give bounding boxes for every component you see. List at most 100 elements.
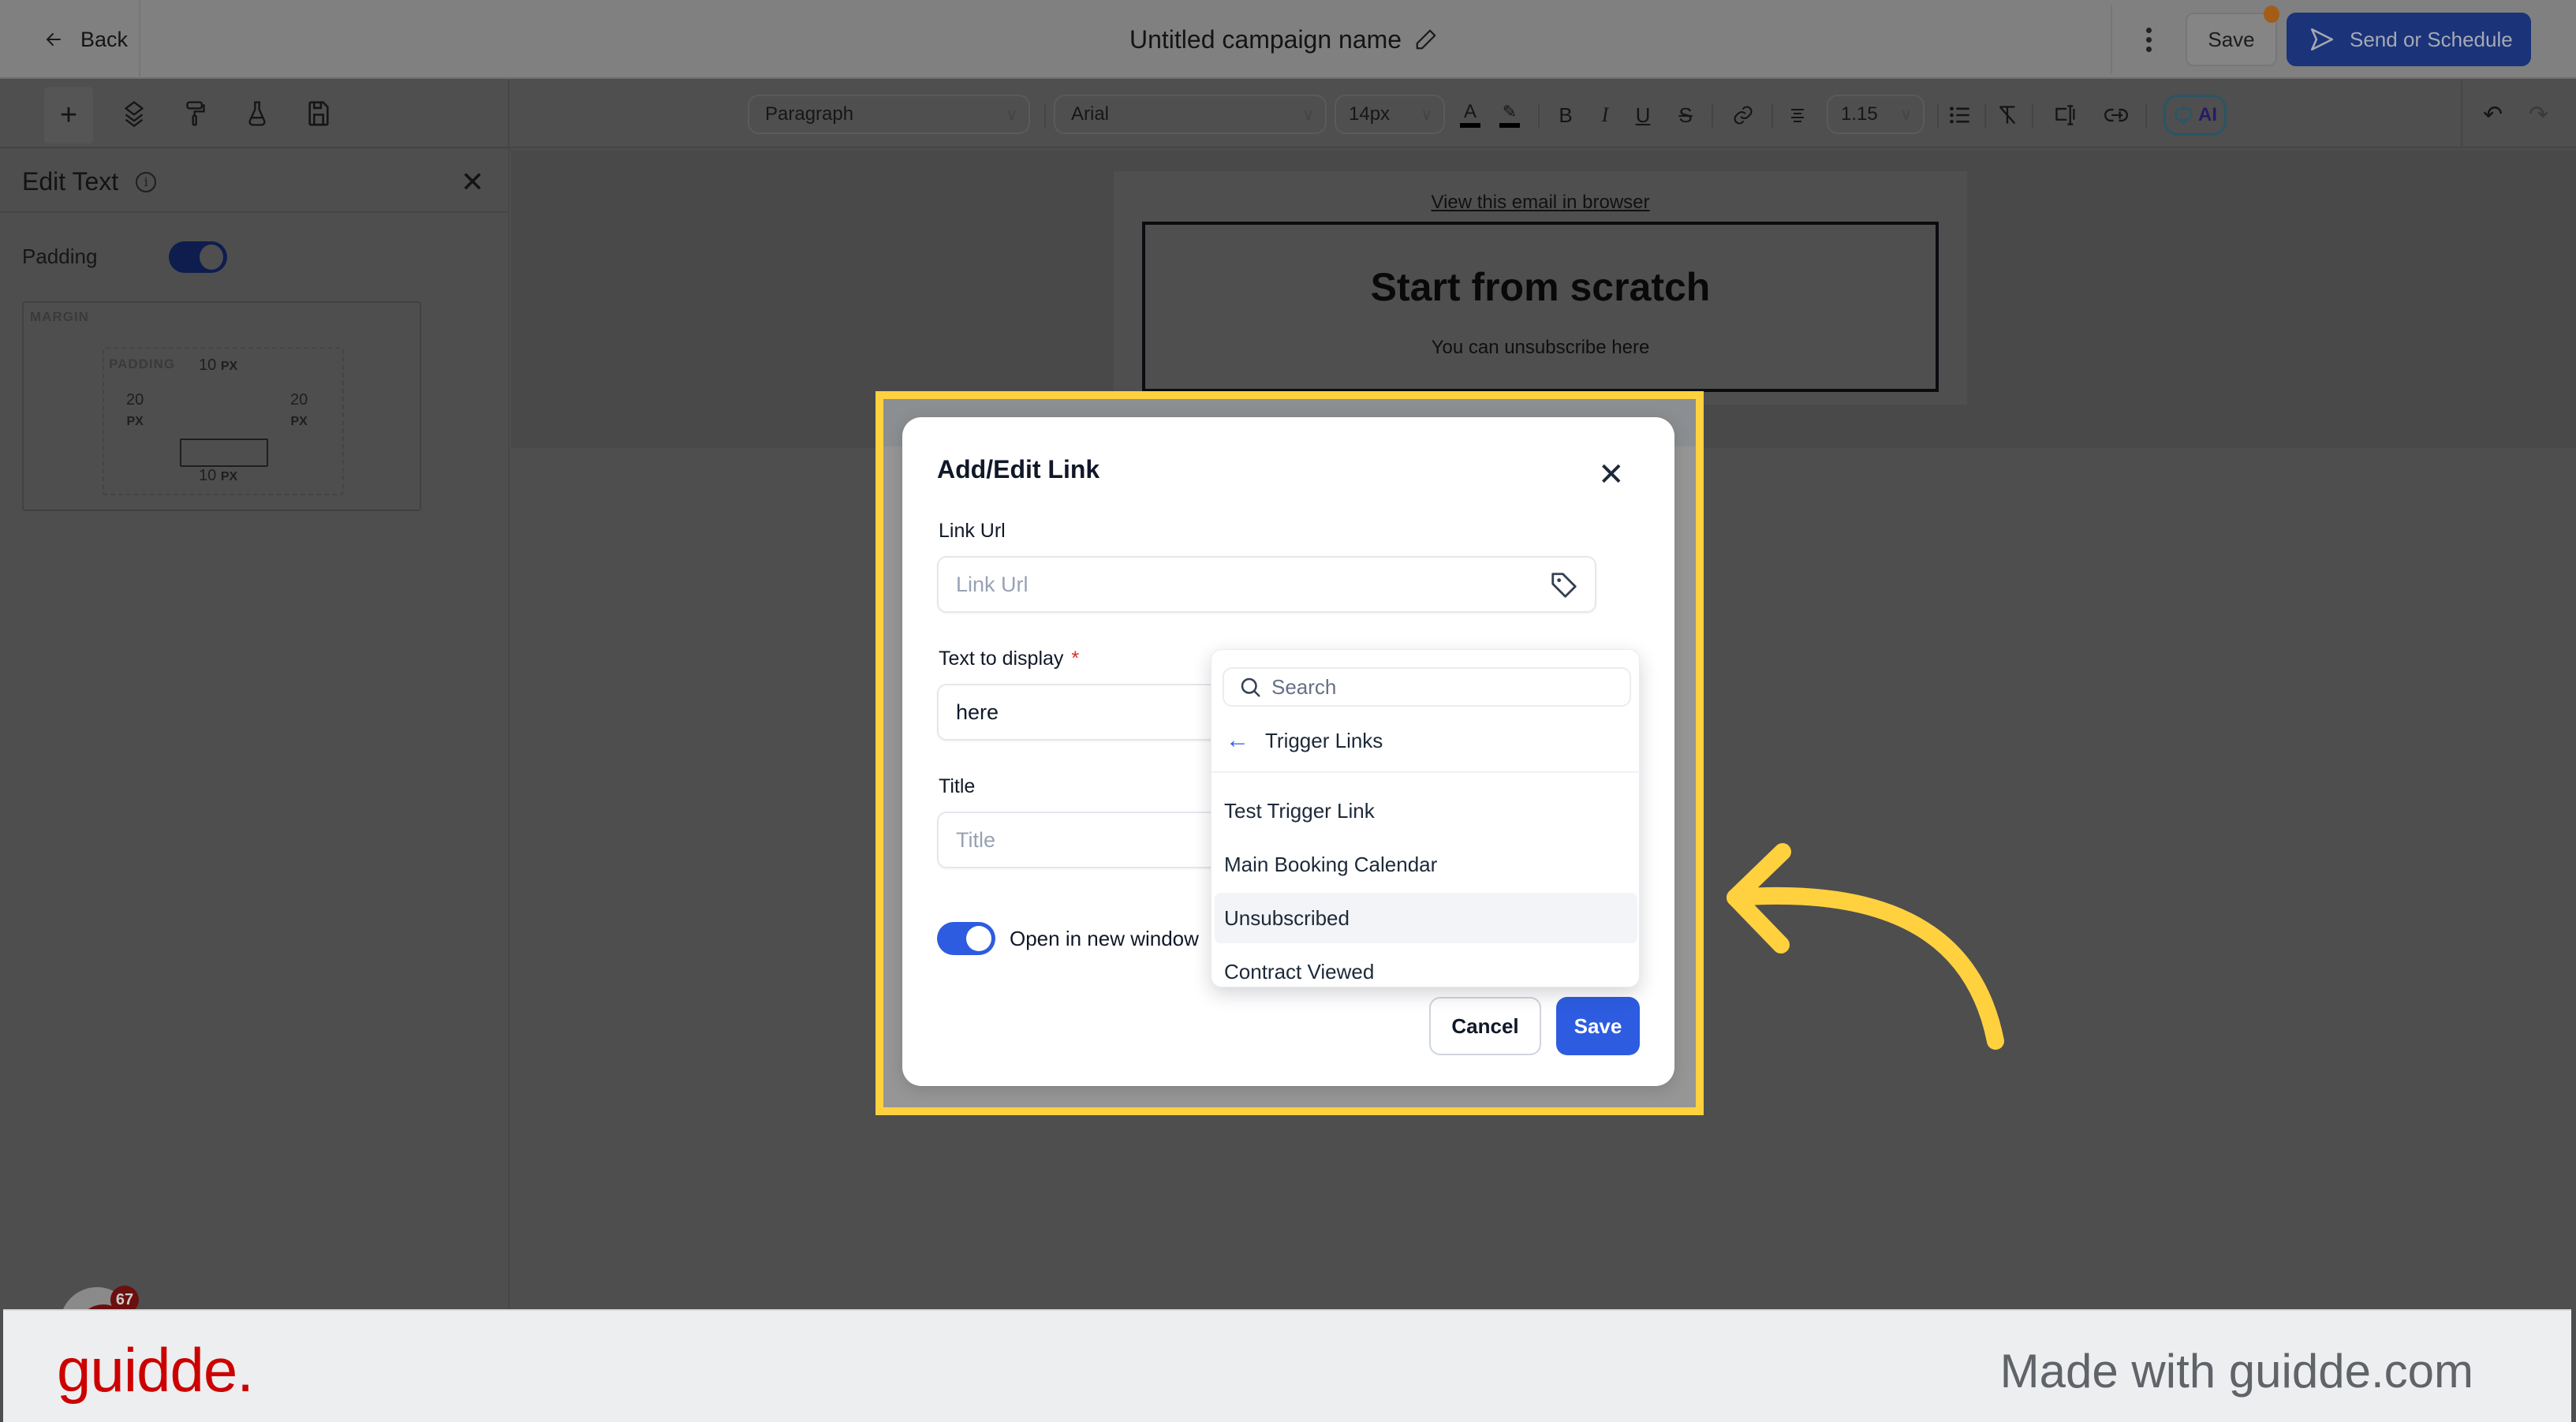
guidde-footer: guidde. Made with guidde.com (3, 1309, 2571, 1422)
tag-icon[interactable] (1549, 570, 1579, 600)
clear-format-icon[interactable] (1994, 99, 2021, 131)
font-family-select[interactable]: Arial ∨ (1054, 95, 1327, 134)
more-options-icon[interactable] (2141, 24, 2156, 55)
editor-toolbar: + Paragraph ∨ Arial ∨ 14px ∨ A ✎ B I U S… (0, 80, 2576, 148)
line-height-value: 1.15 (1841, 103, 1878, 125)
divider (2032, 104, 2033, 128)
divider (139, 0, 140, 79)
robot-icon (2175, 105, 2192, 125)
chevron-down-icon: ∨ (1421, 106, 1432, 124)
save-link-button[interactable]: Save (1556, 997, 1640, 1055)
list-icon[interactable] (1947, 99, 1973, 131)
cancel-button[interactable]: Cancel (1429, 997, 1541, 1055)
annotation-arrow-icon (1727, 843, 2004, 1050)
open-new-window-toggle[interactable] (937, 922, 995, 955)
divider (2461, 80, 2462, 148)
campaign-title-text: Untitled campaign name (1129, 24, 1402, 54)
dropdown-item[interactable]: Contract Viewed (1215, 946, 1637, 997)
italic-icon[interactable]: I (1593, 99, 1617, 131)
search-placeholder: Search (1271, 674, 1337, 699)
padding-box-label: PADDING (109, 356, 176, 371)
back-button[interactable]: Back (44, 24, 128, 55)
divider (2145, 104, 2147, 128)
app-root: Back Untitled campaign name Save Send or… (0, 0, 2576, 1422)
chevron-down-icon: ∨ (1900, 106, 1912, 124)
title-label: Title (939, 775, 976, 797)
divider (1211, 771, 1641, 773)
panel-header: Edit Text i ✕ (0, 148, 508, 213)
email-body-text: You can unsubscribe here (1431, 337, 1650, 358)
font-family-value: Arial (1071, 103, 1110, 125)
save-button[interactable]: Save (2186, 13, 2277, 66)
guidde-logo: guidde. (57, 1335, 254, 1405)
block-type-select[interactable]: Paragraph ∨ (748, 95, 1030, 134)
dropdown-item[interactable]: Main Booking Calendar (1215, 839, 1637, 890)
edit-text-panel: Edit Text i ✕ Padding MARGIN PADDING 10 … (0, 148, 510, 1309)
divider (1538, 104, 1540, 128)
divider (508, 80, 510, 148)
dropdown-item-highlighted[interactable]: Unsubscribed (1215, 893, 1637, 943)
divider (1984, 104, 1986, 128)
link-alt-icon[interactable] (2103, 99, 2130, 131)
send-icon (2310, 28, 2334, 51)
divider (2111, 5, 2112, 74)
trigger-links-back-button[interactable]: ← Trigger Links (1226, 721, 1383, 760)
dropdown-item[interactable]: Test Trigger Link (1215, 786, 1637, 836)
search-icon (1241, 677, 1260, 697)
bold-icon[interactable]: B (1554, 99, 1577, 131)
padding-left-value[interactable]: 20 PX (126, 390, 144, 432)
dropdown-search-input[interactable]: Search (1223, 667, 1631, 707)
text-to-display-label: Text to display * (939, 648, 1080, 670)
align-center-icon[interactable] (1786, 99, 1809, 131)
underline-icon[interactable]: U (1631, 99, 1655, 131)
divider (1044, 104, 1046, 128)
padding-top-value[interactable]: 10 PX (199, 356, 237, 375)
open-new-window-label: Open in new window (1010, 927, 1199, 950)
save-disk-icon[interactable] (303, 98, 334, 129)
close-icon[interactable]: ✕ (1598, 457, 1625, 493)
send-or-schedule-button[interactable]: Send or Schedule (2287, 13, 2531, 66)
text-color-icon[interactable]: A (1456, 99, 1484, 131)
text-cursor-icon[interactable] (2052, 99, 2079, 131)
trigger-links-label: Trigger Links (1265, 728, 1383, 752)
ai-assistant-button[interactable]: AI (2163, 95, 2227, 136)
divider (1771, 104, 1773, 128)
strikethrough-icon[interactable]: S (1674, 99, 1697, 131)
close-icon[interactable]: ✕ (461, 166, 484, 199)
padding-right-value[interactable]: 20 PX (290, 390, 308, 432)
send-label: Send or Schedule (2350, 27, 2513, 51)
back-label: Back (80, 27, 129, 51)
paint-roller-icon[interactable] (180, 98, 211, 129)
panel-title: Edit Text (22, 167, 119, 196)
highlight-icon[interactable]: ✎ (1495, 99, 1524, 131)
modal-title: Add/Edit Link (937, 455, 1100, 483)
unsaved-indicator-dot (2264, 6, 2279, 23)
padding-bottom-value[interactable]: 10 PX (199, 467, 237, 485)
flask-icon[interactable] (241, 98, 273, 129)
link-url-input[interactable]: Link Url (937, 556, 1596, 613)
divider (1712, 104, 1713, 128)
block-type-value: Paragraph (765, 103, 854, 125)
content-box (180, 439, 268, 467)
plus-icon[interactable]: + (44, 87, 93, 144)
padding-box: PADDING 10 PX 20 PX 20 PX 10 PX (103, 347, 344, 495)
arrow-left-icon (46, 33, 61, 46)
link-icon[interactable] (1729, 99, 1757, 131)
line-height-select[interactable]: 1.15 ∨ (1827, 95, 1925, 134)
undo-icon[interactable]: ↶ (2483, 101, 2503, 129)
top-header: Back Untitled campaign name Save Send or… (0, 0, 2576, 79)
layers-icon[interactable] (118, 98, 150, 129)
padding-toggle[interactable] (169, 241, 227, 273)
view-in-browser-link[interactable]: View this email in browser (1114, 192, 1967, 214)
made-with-text: Made with guidde.com (1999, 1345, 2473, 1398)
redo-icon[interactable]: ↷ (2529, 101, 2548, 129)
font-size-select[interactable]: 14px ∨ (1335, 95, 1445, 134)
pencil-icon[interactable] (1414, 28, 1438, 51)
email-text-block[interactable]: Start from scratch You can unsubscribe h… (1142, 222, 1939, 392)
box-model-editor: MARGIN PADDING 10 PX 20 PX 20 PX 10 PX (22, 301, 421, 511)
email-preview: View this email in browser Start from sc… (1114, 171, 1967, 405)
campaign-title[interactable]: Untitled campaign name (1129, 22, 1438, 57)
info-icon[interactable]: i (136, 171, 157, 192)
required-asterisk: * (1071, 648, 1080, 670)
text-to-display-value: here (956, 700, 999, 724)
